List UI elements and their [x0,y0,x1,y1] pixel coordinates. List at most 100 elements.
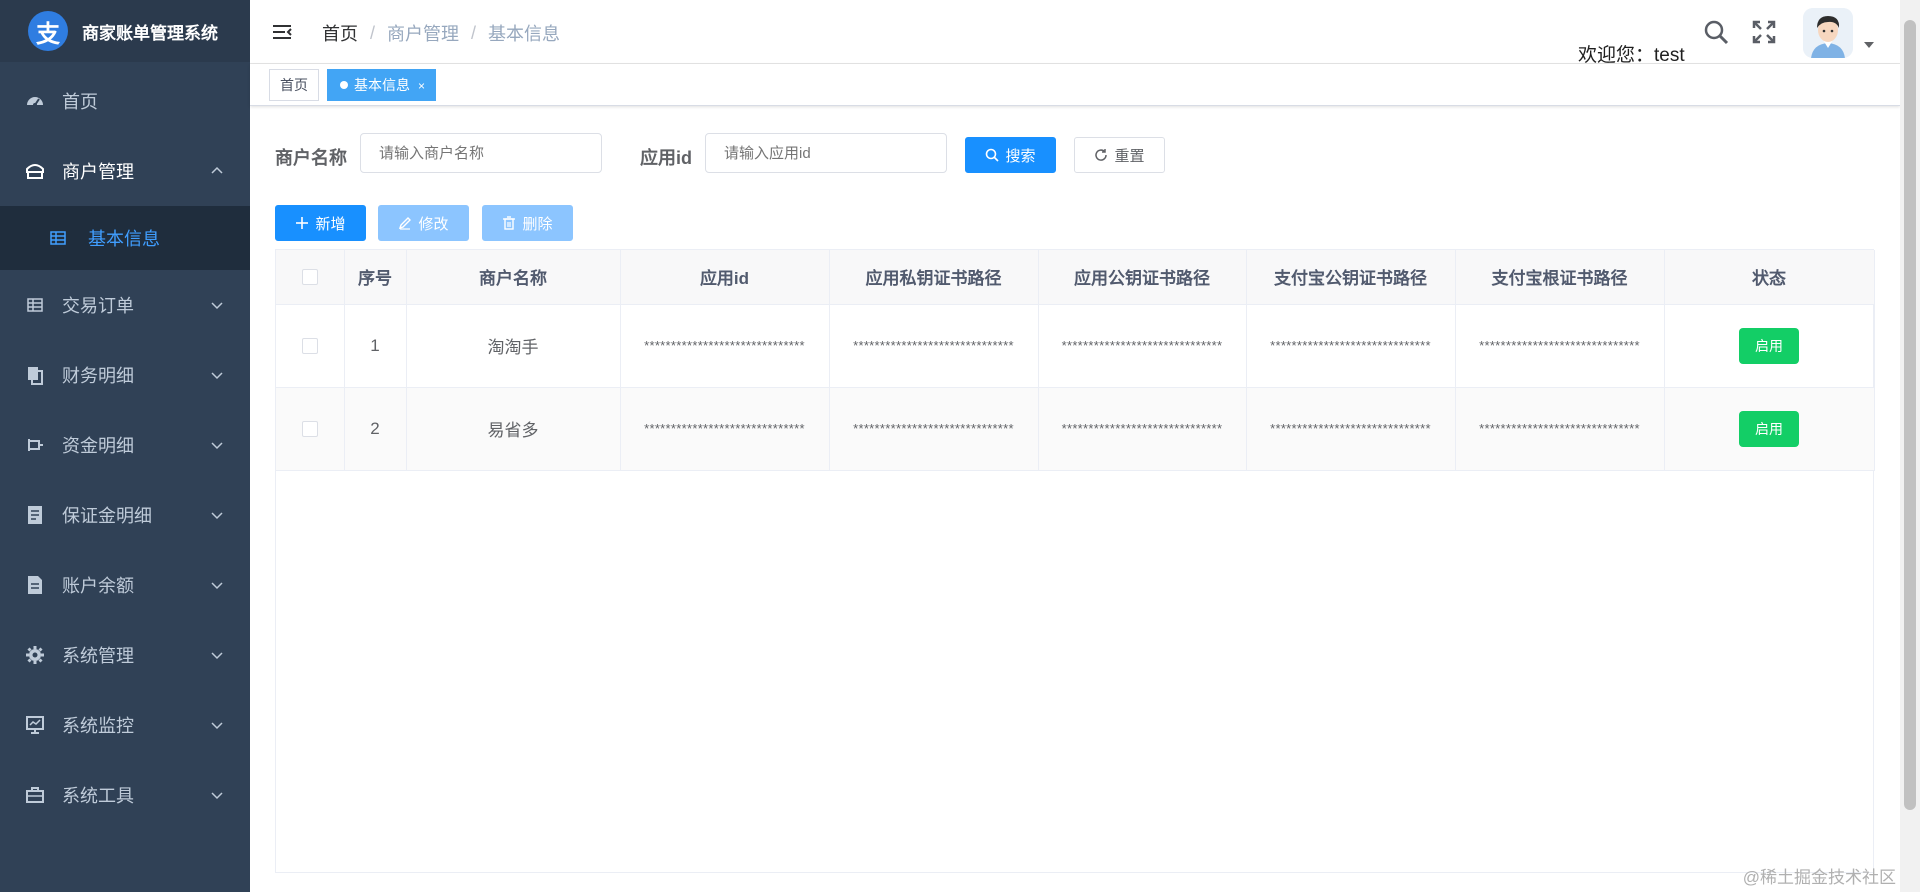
edit-button-label: 修改 [418,215,449,233]
appid-label: 应用id [640,148,692,168]
appid-input[interactable] [705,133,947,173]
alipay-public-key-path-cell: ****************************** [1246,387,1456,471]
select-all-cell [276,250,345,305]
chevron-down-icon [211,652,223,660]
column-header: 支付宝公钥证书路径 [1246,250,1456,305]
fullscreen-icon[interactable] [1750,18,1778,46]
tag-label: 首页 [280,77,308,93]
sidebar-item-basic-info[interactable]: 基本信息 [0,206,250,270]
sidebar-item-label: 财务明细 [62,366,134,386]
welcome-text: 欢迎您：test [1578,45,1685,66]
breadcrumb-separator: / [471,22,477,43]
sidebar-item-label: 基本信息 [88,229,160,249]
table-icon [24,294,46,316]
appid-cell: ****************************** [620,304,830,388]
tag-basic-info[interactable]: 基本信息 × [327,69,437,101]
scrollbar[interactable] [1900,0,1920,892]
reset-button[interactable]: 重置 [1074,137,1165,173]
gear-icon [24,644,46,666]
name-cell: 淘淘手 [406,304,621,388]
toolbox-icon [24,784,46,806]
breadcrumb-separator: / [370,22,376,43]
sidebar-item-balance[interactable]: 账户余额 [0,550,250,620]
tag-label: 基本信息 [354,77,410,93]
column-header: 应用公钥证书路径 [1038,250,1247,305]
sidebar-item-finance[interactable]: 财务明细 [0,340,250,410]
chevron-down-icon [211,792,223,800]
sidebar-item-label: 首页 [62,92,98,112]
reset-button-label: 重置 [1114,147,1145,165]
sidebar-item-tools[interactable]: 系统工具 [0,760,250,830]
search-icon[interactable] [1702,18,1730,46]
sidebar-item-orders[interactable]: 交易订单 [0,270,250,340]
table-row[interactable]: 2 易省多 ****************************** ***… [276,387,1875,471]
chevron-down-icon [211,722,223,730]
main-content: 商户名称 应用id 搜索 重置 新增 修改 删除 序号 [250,106,1900,892]
avatar[interactable] [1803,8,1853,58]
delete-button[interactable]: 删除 [482,205,573,241]
documents-icon [24,364,46,386]
row-checkbox[interactable] [301,338,318,355]
delete-button-label: 删除 [522,215,553,233]
sidebar-item-home[interactable]: 首页 [0,66,250,136]
chevron-up-icon [211,166,223,174]
sidebar: 支 商家账单管理系统 首页 商户管理 基本信息 交易订单 财务明细 资金明细 保… [0,0,250,892]
sidebar-item-monitor[interactable]: 系统监控 [0,690,250,760]
merchant-name-label: 商户名称 [275,148,347,168]
name-cell: 易省多 [406,387,621,471]
column-header: 应用id [620,250,830,305]
logo-area[interactable]: 支 商家账单管理系统 [0,0,250,62]
hamburger-icon[interactable] [270,20,294,44]
column-header: 应用私钥证书路径 [829,250,1039,305]
app-title: 商家账单管理系统 [82,23,218,43]
monitor-icon [24,714,46,736]
merchant-name-input[interactable] [360,133,602,173]
add-button-label: 新增 [315,215,346,233]
sidebar-item-merchant[interactable]: 商户管理 [0,136,250,206]
table-row[interactable]: 1 淘淘手 ****************************** ***… [276,304,1875,388]
column-header: 序号 [344,250,407,305]
close-icon[interactable]: × [418,79,425,93]
index-cell: 1 [344,304,407,388]
table-icon [50,229,68,247]
public-key-path-cell: ****************************** [1038,387,1247,471]
scrollbar-thumb[interactable] [1904,20,1916,810]
column-header: 支付宝根证书路径 [1455,250,1665,305]
caret-down-icon[interactable] [1864,42,1874,48]
merchant-table: 序号 商户名称 应用id 应用私钥证书路径 应用公钥证书路径 支付宝公钥证书路径… [275,249,1875,873]
alipay-public-key-path-cell: ****************************** [1246,304,1456,388]
alipay-root-cert-path-cell: ****************************** [1455,387,1665,471]
select-cell [276,304,345,388]
appid-cell: ****************************** [620,387,830,471]
sidebar-item-system[interactable]: 系统管理 [0,620,250,690]
trash-icon [503,216,516,230]
sidebar-item-deposit[interactable]: 保证金明细 [0,480,250,550]
chevron-down-icon [211,442,223,450]
sidebar-item-label: 系统监控 [62,716,134,736]
private-key-path-cell: ****************************** [829,304,1039,388]
chevron-down-icon [211,372,223,380]
index-cell: 2 [344,387,407,471]
public-key-path-cell: ****************************** [1038,304,1247,388]
tags-view: 首页 基本信息 × [250,64,1900,106]
breadcrumb-home[interactable]: 首页 [322,20,358,46]
add-button[interactable]: 新增 [275,205,366,241]
watermark: @稀土掘金技术社区 [1742,868,1896,887]
submenu-merchant: 基本信息 [0,206,250,270]
edit-button[interactable]: 修改 [378,205,469,241]
status-enabled-button[interactable]: 启用 [1739,327,1799,364]
select-all-checkbox[interactable] [301,269,318,286]
sidebar-item-funds[interactable]: 资金明细 [0,410,250,480]
sidebar-item-label: 资金明细 [62,436,134,456]
row-checkbox[interactable] [301,421,318,438]
search-button[interactable]: 搜索 [965,137,1056,173]
breadcrumb-merchant: 商户管理 [387,24,460,44]
status-enabled-button[interactable]: 启用 [1739,410,1799,447]
column-header: 商户名称 [406,250,621,305]
navbar: 首页 / 商户管理 / 基本信息 欢迎您：test [250,0,1900,66]
alipay-logo-icon: 支 [28,11,68,51]
tag-home[interactable]: 首页 [269,69,319,101]
chevron-down-icon [211,512,223,520]
column-header: 状态 [1664,250,1875,305]
alipay-root-cert-path-cell: ****************************** [1455,304,1665,388]
